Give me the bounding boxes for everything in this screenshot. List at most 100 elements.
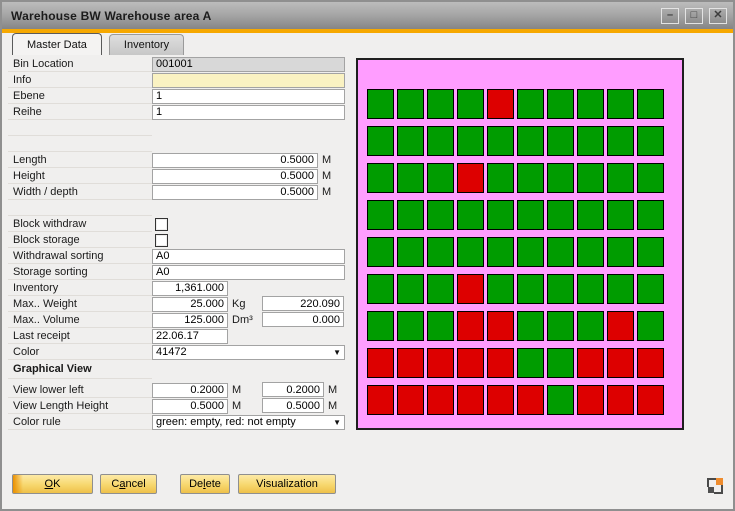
- ebene-input[interactable]: 1: [152, 89, 345, 104]
- bin-cell-r2-c7-empty[interactable]: [547, 126, 574, 156]
- bin-cell-r5-c7-empty[interactable]: [547, 237, 574, 267]
- withdrawal-sorting-input[interactable]: A0: [152, 249, 345, 264]
- bin-cell-r7-c8-empty[interactable]: [577, 311, 604, 341]
- bin-cell-r5-c6-empty[interactable]: [517, 237, 544, 267]
- bin-cell-r5-c10-empty[interactable]: [637, 237, 664, 267]
- bin-cell-r3-c10-empty[interactable]: [637, 163, 664, 193]
- bin-cell-r3-c6-empty[interactable]: [517, 163, 544, 193]
- bin-cell-r7-c9-not-empty[interactable]: [607, 311, 634, 341]
- bin-cell-r8-c8-not-empty[interactable]: [577, 348, 604, 378]
- cancel-button[interactable]: Cancel: [100, 474, 157, 494]
- bin-cell-r8-c1-not-empty[interactable]: [367, 348, 394, 378]
- width-depth-input[interactable]: 0.5000: [152, 185, 318, 200]
- bin-cell-r6-c5-empty[interactable]: [487, 274, 514, 304]
- bin-cell-r7-c1-empty[interactable]: [367, 311, 394, 341]
- bin-cell-r2-c6-empty[interactable]: [517, 126, 544, 156]
- bin-cell-r4-c7-empty[interactable]: [547, 200, 574, 230]
- max-volume-input-2[interactable]: 0.000: [262, 312, 344, 327]
- bin-cell-r9-c3-not-empty[interactable]: [427, 385, 454, 415]
- bin-cell-r1-c5-not-empty[interactable]: [487, 89, 514, 119]
- bin-cell-r5-c3-empty[interactable]: [427, 237, 454, 267]
- bin-cell-r4-c9-empty[interactable]: [607, 200, 634, 230]
- color-dropdown[interactable]: 41472▼: [152, 345, 345, 360]
- bin-cell-r3-c3-empty[interactable]: [427, 163, 454, 193]
- bin-cell-r9-c5-not-empty[interactable]: [487, 385, 514, 415]
- bin-cell-r6-c4-not-empty[interactable]: [457, 274, 484, 304]
- bin-cell-r6-c1-empty[interactable]: [367, 274, 394, 304]
- tab-inventory[interactable]: Inventory: [109, 34, 184, 55]
- bin-cell-r5-c4-empty[interactable]: [457, 237, 484, 267]
- bin-cell-r3-c1-empty[interactable]: [367, 163, 394, 193]
- maximize-icon[interactable]: □: [685, 8, 703, 24]
- bin-cell-r8-c5-not-empty[interactable]: [487, 348, 514, 378]
- minimize-icon[interactable]: –: [661, 8, 679, 24]
- bin-cell-r1-c4-empty[interactable]: [457, 89, 484, 119]
- bin-cell-r4-c4-empty[interactable]: [457, 200, 484, 230]
- bin-cell-r8-c3-not-empty[interactable]: [427, 348, 454, 378]
- bin-cell-r5-c8-empty[interactable]: [577, 237, 604, 267]
- bin-cell-r6-c8-empty[interactable]: [577, 274, 604, 304]
- reihe-input[interactable]: 1: [152, 105, 345, 120]
- max-weight-input[interactable]: 25.000: [152, 297, 228, 312]
- bin-location-input[interactable]: 001001: [152, 57, 345, 72]
- bin-cell-r6-c2-empty[interactable]: [397, 274, 424, 304]
- view-length-height-input-2[interactable]: 0.5000: [262, 398, 324, 413]
- inventory-input[interactable]: 1,361.000: [152, 281, 228, 296]
- bin-cell-r5-c9-empty[interactable]: [607, 237, 634, 267]
- block-storage-checkbox[interactable]: [155, 234, 168, 247]
- bin-cell-r3-c9-empty[interactable]: [607, 163, 634, 193]
- bin-cell-r2-c4-empty[interactable]: [457, 126, 484, 156]
- bin-cell-r5-c1-empty[interactable]: [367, 237, 394, 267]
- visualization-button[interactable]: Visualization: [238, 474, 336, 494]
- bin-cell-r4-c1-empty[interactable]: [367, 200, 394, 230]
- bin-cell-r3-c2-empty[interactable]: [397, 163, 424, 193]
- close-icon[interactable]: ✕: [709, 8, 727, 24]
- bin-cell-r2-c8-empty[interactable]: [577, 126, 604, 156]
- block-withdraw-checkbox[interactable]: [155, 218, 168, 231]
- bin-cell-r4-c2-empty[interactable]: [397, 200, 424, 230]
- bin-cell-r8-c9-not-empty[interactable]: [607, 348, 634, 378]
- bin-cell-r7-c5-not-empty[interactable]: [487, 311, 514, 341]
- bin-cell-r5-c5-empty[interactable]: [487, 237, 514, 267]
- bin-cell-r8-c4-not-empty[interactable]: [457, 348, 484, 378]
- bin-cell-r3-c5-empty[interactable]: [487, 163, 514, 193]
- max-weight-input-2[interactable]: 220.090: [262, 296, 344, 311]
- bin-cell-r1-c9-empty[interactable]: [607, 89, 634, 119]
- view-lower-left-input-2[interactable]: 0.2000: [262, 382, 324, 397]
- bin-cell-r1-c8-empty[interactable]: [577, 89, 604, 119]
- bin-cell-r4-c5-empty[interactable]: [487, 200, 514, 230]
- bin-cell-r9-c1-not-empty[interactable]: [367, 385, 394, 415]
- info-input[interactable]: [152, 73, 345, 88]
- bin-cell-r6-c9-empty[interactable]: [607, 274, 634, 304]
- bin-cell-r4-c6-empty[interactable]: [517, 200, 544, 230]
- bin-cell-r9-c2-not-empty[interactable]: [397, 385, 424, 415]
- bin-cell-r9-c4-not-empty[interactable]: [457, 385, 484, 415]
- ok-button[interactable]: OK: [12, 474, 93, 494]
- storage-sorting-input[interactable]: A0: [152, 265, 345, 280]
- delete-button[interactable]: Delete: [180, 474, 230, 494]
- resize-grip-icon[interactable]: [707, 478, 723, 494]
- bin-cell-r9-c10-not-empty[interactable]: [637, 385, 664, 415]
- bin-cell-r2-c9-empty[interactable]: [607, 126, 634, 156]
- bin-cell-r7-c7-empty[interactable]: [547, 311, 574, 341]
- bin-cell-r2-c10-empty[interactable]: [637, 126, 664, 156]
- bin-cell-r1-c7-empty[interactable]: [547, 89, 574, 119]
- bin-cell-r6-c6-empty[interactable]: [517, 274, 544, 304]
- bin-cell-r4-c3-empty[interactable]: [427, 200, 454, 230]
- bin-cell-r6-c3-empty[interactable]: [427, 274, 454, 304]
- bin-cell-r2-c5-empty[interactable]: [487, 126, 514, 156]
- bin-cell-r8-c7-empty[interactable]: [547, 348, 574, 378]
- length-input[interactable]: 0.5000: [152, 153, 318, 168]
- bin-cell-r9-c9-not-empty[interactable]: [607, 385, 634, 415]
- bin-cell-r5-c2-empty[interactable]: [397, 237, 424, 267]
- bin-cell-r7-c3-empty[interactable]: [427, 311, 454, 341]
- bin-cell-r3-c4-not-empty[interactable]: [457, 163, 484, 193]
- bin-cell-r3-c8-empty[interactable]: [577, 163, 604, 193]
- color-rule-dropdown[interactable]: green: empty, red: not empty▼: [152, 415, 345, 430]
- bin-cell-r9-c8-not-empty[interactable]: [577, 385, 604, 415]
- bin-cell-r6-c7-empty[interactable]: [547, 274, 574, 304]
- view-length-height-input[interactable]: 0.5000: [152, 399, 228, 414]
- bin-cell-r6-c10-empty[interactable]: [637, 274, 664, 304]
- bin-cell-r4-c10-empty[interactable]: [637, 200, 664, 230]
- bin-cell-r7-c2-empty[interactable]: [397, 311, 424, 341]
